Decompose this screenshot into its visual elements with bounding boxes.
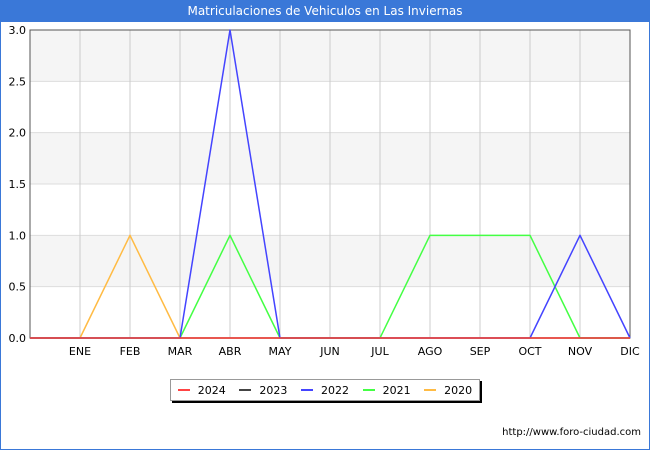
legend-swatch xyxy=(239,389,252,391)
x-tick-label: JUL xyxy=(370,345,389,358)
legend-label: 2024 xyxy=(197,383,226,397)
legend-label: 2023 xyxy=(259,383,288,397)
y-tick-label: 1.5 xyxy=(9,178,27,191)
x-tick-label: OCT xyxy=(518,345,541,358)
x-tick-label: JUN xyxy=(319,345,340,358)
legend-label: 2022 xyxy=(320,383,349,397)
legend-label: 2020 xyxy=(444,383,473,397)
legend-swatch xyxy=(300,389,313,391)
legend-swatch xyxy=(177,389,190,391)
legend-item-2021: 2021 xyxy=(362,383,411,397)
x-tick-label: ENE xyxy=(69,345,91,358)
legend-swatch xyxy=(424,389,437,391)
legend-item-2023: 2023 xyxy=(239,384,287,397)
y-tick-label: 1.0 xyxy=(9,229,27,242)
x-tick-label: ABR xyxy=(219,345,242,358)
legend-item-2022: 2022 xyxy=(300,383,349,397)
legend-item-2024: 2024 xyxy=(177,383,226,397)
x-tick-label: NOV xyxy=(568,345,593,358)
x-tick-label: MAR xyxy=(168,345,193,358)
y-tick-label: 3.0 xyxy=(9,24,27,37)
x-tick-label: FEB xyxy=(120,345,141,358)
legend-swatch xyxy=(362,389,375,391)
x-tick-label: SEP xyxy=(470,345,491,358)
x-tick-label: MAY xyxy=(269,345,292,358)
x-tick-label: DIC xyxy=(620,345,640,358)
source-url: http://www.foro-ciudad.com xyxy=(502,427,641,438)
y-tick-label: 2.0 xyxy=(9,127,27,140)
y-tick-label: 2.5 xyxy=(9,75,27,88)
legend-label: 2021 xyxy=(382,383,411,397)
legend-item-2020: 2020 xyxy=(424,384,472,397)
y-tick-label: 0.0 xyxy=(9,332,27,345)
y-tick-label: 0.5 xyxy=(9,281,27,294)
chart-legend: 2024 2023 2022 2021 2020 xyxy=(170,379,480,401)
x-tick-label: AGO xyxy=(418,345,443,358)
